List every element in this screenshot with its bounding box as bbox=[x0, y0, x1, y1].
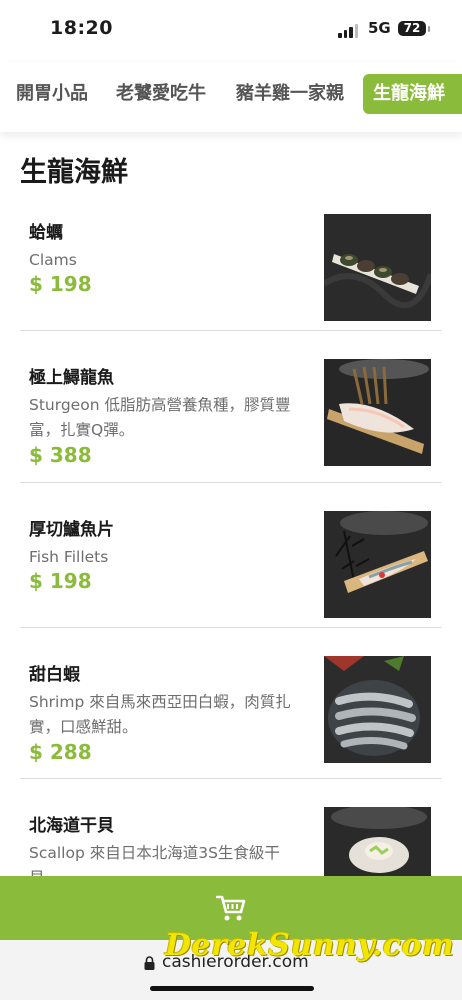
item-price: $ 198 bbox=[29, 272, 92, 296]
divider bbox=[20, 627, 442, 628]
status-bar: 18:20 5G 72 bbox=[0, 0, 462, 62]
tab-seafood[interactable]: 生龍海鮮 bbox=[363, 74, 462, 114]
battery-icon: 72 bbox=[398, 21, 426, 36]
item-price: $ 388 bbox=[29, 443, 92, 467]
item-description: Fish Fillets bbox=[29, 548, 109, 566]
status-time: 18:20 bbox=[50, 17, 113, 39]
divider bbox=[20, 778, 442, 779]
fish-fillet-photo[interactable] bbox=[324, 511, 431, 618]
menu-item-sturgeon[interactable]: 極上鱘龍魚 Sturgeon 低脂肪高營養魚種，膠質豐富，扎實Q彈。 $ 388 bbox=[20, 359, 442, 475]
tab-pork-lamb-chicken[interactable]: 豬羊雞一家親 bbox=[236, 74, 344, 114]
item-name: 蛤蠣 bbox=[29, 223, 63, 243]
shrimp-photo[interactable] bbox=[324, 656, 431, 763]
item-description: Clams bbox=[29, 251, 77, 269]
menu-item-shrimp[interactable]: 甜白蝦 Shrimp 來自馬來西亞田白蝦，肉質扎實，口感鮮甜。 $ 288 bbox=[20, 656, 442, 772]
item-name: 極上鱘龍魚 bbox=[29, 368, 114, 388]
clams-photo[interactable] bbox=[324, 214, 431, 321]
sturgeon-photo[interactable] bbox=[324, 359, 431, 466]
item-description: Shrimp 來自馬來西亞田白蝦，肉質扎實，口感鮮甜。 bbox=[29, 693, 291, 736]
divider bbox=[20, 330, 442, 331]
menu-item-fish-fillets[interactable]: 厚切鱸魚片 Fish Fillets $ 198 bbox=[20, 511, 442, 623]
section-title: 生龍海鮮 bbox=[20, 157, 128, 188]
item-name: 厚切鱸魚片 bbox=[29, 520, 114, 540]
menu-item-clams[interactable]: 蛤蠣 Clams $ 198 bbox=[20, 214, 442, 326]
cart-icon[interactable] bbox=[215, 894, 246, 922]
item-price: $ 288 bbox=[29, 740, 92, 764]
lock-icon bbox=[144, 955, 155, 970]
item-description: Sturgeon 低脂肪高營養魚種，膠質豐富，扎實Q彈。 bbox=[29, 396, 291, 439]
tab-appetizers[interactable]: 開胃小品 bbox=[16, 74, 88, 114]
tab-beef[interactable]: 老饕愛吃牛 bbox=[116, 74, 206, 114]
item-name: 甜白蝦 bbox=[29, 665, 80, 685]
home-indicator[interactable] bbox=[150, 986, 314, 991]
network-label: 5G bbox=[368, 19, 391, 37]
item-price: $ 198 bbox=[29, 569, 92, 593]
menu-page: 18:20 5G 72 開胃小品 老饕愛吃牛 豬羊雞一家親 生龍海鮮 生龍海鮮 … bbox=[0, 0, 462, 1000]
item-name: 北海道干貝 bbox=[29, 816, 114, 836]
watermark: DerekSunny.com bbox=[165, 928, 455, 963]
signal-icon bbox=[338, 22, 360, 38]
category-tabs: 開胃小品 老饕愛吃牛 豬羊雞一家親 生龍海鮮 bbox=[0, 62, 462, 132]
battery-cap bbox=[428, 26, 430, 32]
divider bbox=[20, 482, 442, 483]
